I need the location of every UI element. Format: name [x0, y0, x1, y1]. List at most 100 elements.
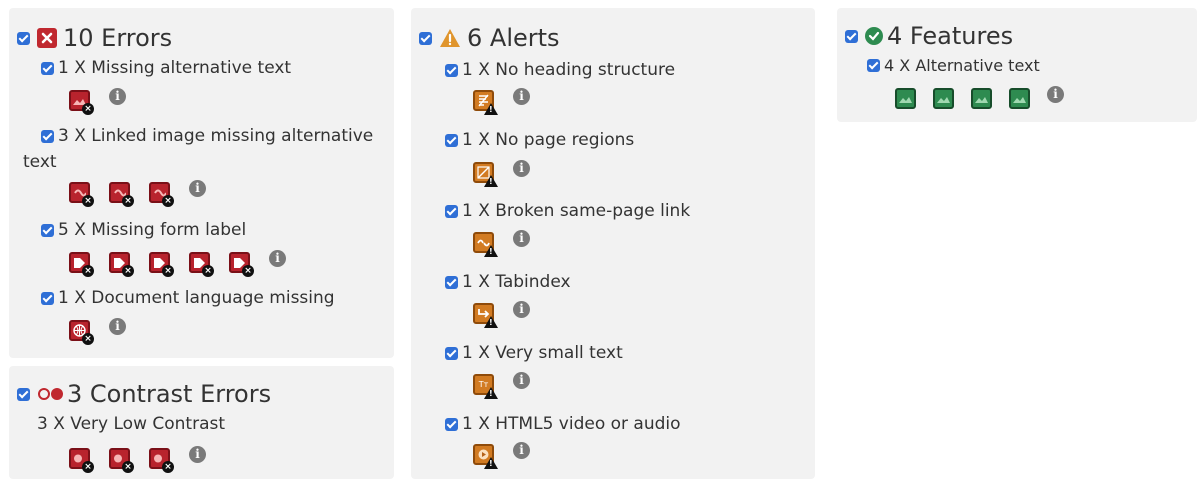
errors-header: 10 Errors: [17, 24, 172, 52]
info-icon[interactable]: i: [513, 301, 530, 318]
info-icon[interactable]: i: [189, 446, 206, 463]
linked-image-icon[interactable]: ×: [149, 182, 174, 207]
item-checkbox[interactable]: [445, 275, 458, 289]
item-label: 4 X Alternative text: [884, 56, 1040, 75]
tab-arrow-icon[interactable]: [473, 303, 498, 328]
x-badge: ×: [82, 461, 94, 473]
errors-panel: 10 Errors 1 X Missing alternative text ×…: [9, 8, 394, 358]
x-badge: ×: [82, 103, 94, 115]
info-icon[interactable]: i: [513, 230, 530, 247]
alert-item-tabindex: 1 X Tabindex: [445, 272, 571, 292]
warning-badge: [484, 103, 498, 115]
item-label: 1 X No heading structure: [462, 60, 676, 80]
info-icon[interactable]: i: [189, 180, 206, 197]
item-checkbox[interactable]: [41, 223, 54, 237]
x-badge: ×: [82, 195, 94, 207]
warning-badge: [484, 175, 498, 187]
error-icon: [37, 28, 57, 48]
x-badge: ×: [242, 265, 254, 277]
info-icon[interactable]: i: [109, 318, 126, 335]
item-label: 3 X Very Low Contrast: [37, 414, 226, 434]
broken-link-icon[interactable]: [473, 232, 498, 257]
image-icon[interactable]: [933, 88, 954, 109]
contrast-error-icon[interactable]: ×: [149, 448, 174, 473]
x-badge: ×: [82, 333, 94, 345]
page-regions-icon[interactable]: [473, 162, 498, 187]
item-checkbox[interactable]: [41, 61, 54, 75]
error-icons-form-label: × × × × × i: [69, 250, 286, 277]
info-icon[interactable]: i: [1047, 86, 1064, 103]
linked-image-icon[interactable]: ×: [109, 182, 134, 207]
contrast-error-icon[interactable]: ×: [69, 448, 94, 473]
x-badge: ×: [162, 461, 174, 473]
error-item-form-label: 5 X Missing form label: [41, 220, 246, 240]
item-checkbox[interactable]: [41, 291, 54, 305]
item-label: 1 X No page regions: [462, 130, 635, 150]
contrast-panel: 3 Contrast Errors 3 X Very Low Contrast …: [9, 366, 394, 479]
image-icon[interactable]: [895, 88, 916, 109]
alerts-checkbox[interactable]: [419, 31, 432, 45]
item-checkbox[interactable]: [41, 129, 54, 143]
item-label: 1 X Missing alternative text: [58, 58, 292, 78]
alert-item-page-regions: 1 X No page regions: [445, 130, 634, 150]
item-checkbox[interactable]: [445, 133, 458, 147]
alert-icons-media: i: [473, 442, 530, 469]
tag-icon[interactable]: ×: [109, 252, 134, 277]
alert-item-heading-structure: 1 X No heading structure: [445, 60, 675, 80]
small-text-icon[interactable]: Tт: [473, 374, 498, 399]
heading-structure-icon[interactable]: [473, 90, 498, 115]
alert-icons-broken-link: i: [473, 230, 530, 257]
alert-icons-heading: i: [473, 88, 530, 115]
tag-icon[interactable]: ×: [149, 252, 174, 277]
info-icon[interactable]: i: [513, 442, 530, 459]
item-label: 1 X Tabindex: [462, 272, 571, 292]
features-checkbox[interactable]: [845, 29, 858, 43]
image-icon[interactable]: [971, 88, 992, 109]
feature-item-alt-text: 4 X Alternative text: [867, 56, 1040, 75]
error-icons-doc-language: × i: [69, 318, 126, 345]
image-icon[interactable]: [1009, 88, 1030, 109]
item-checkbox[interactable]: [445, 204, 458, 218]
info-icon[interactable]: i: [269, 250, 286, 267]
info-icon[interactable]: i: [109, 88, 126, 105]
item-label: 5 X Missing form label: [58, 220, 247, 240]
item-checkbox[interactable]: [867, 59, 880, 72]
contrast-error-icon[interactable]: ×: [109, 448, 134, 473]
warning-badge: [484, 245, 498, 257]
error-item-doc-language: 1 X Document language missing: [41, 288, 335, 308]
alert-item-broken-link: 1 X Broken same-page link: [445, 201, 690, 221]
contrast-header: 3 Contrast Errors: [17, 380, 271, 408]
contrast-title: 3 Contrast Errors: [67, 380, 272, 408]
item-checkbox[interactable]: [445, 63, 458, 77]
x-badge: ×: [122, 195, 134, 207]
features-header: 4 Features: [845, 22, 1013, 50]
missing-alt-image-icon[interactable]: ×: [69, 90, 94, 115]
tag-icon[interactable]: ×: [69, 252, 94, 277]
errors-title: 10 Errors: [63, 24, 173, 52]
play-icon[interactable]: [473, 444, 498, 469]
alert-item-small-text: 1 X Very small text: [445, 343, 623, 363]
info-icon[interactable]: i: [513, 88, 530, 105]
errors-checkbox[interactable]: [17, 31, 30, 45]
x-badge: ×: [122, 461, 134, 473]
globe-icon[interactable]: ×: [69, 320, 94, 345]
contrast-item-very-low: 3 X Very Low Contrast: [37, 414, 225, 434]
item-label: 1 X HTML5 video or audio: [462, 414, 681, 434]
item-label: 1 X Broken same-page link: [462, 201, 691, 221]
linked-image-icon[interactable]: ×: [69, 182, 94, 207]
contrast-checkbox[interactable]: [17, 387, 30, 401]
warning-icon: [439, 28, 461, 48]
error-icons-linked-image: × × × i: [69, 180, 206, 207]
info-icon[interactable]: i: [513, 160, 530, 177]
feature-icons: i: [895, 86, 1064, 109]
x-badge: ×: [162, 195, 174, 207]
item-checkbox[interactable]: [445, 346, 458, 360]
features-title: 4 Features: [887, 22, 1014, 50]
tag-icon[interactable]: ×: [229, 252, 254, 277]
info-icon[interactable]: i: [513, 372, 530, 389]
item-checkbox[interactable]: [445, 417, 458, 431]
x-badge: ×: [82, 265, 94, 277]
features-panel: 4 Features 4 X Alternative text i: [837, 8, 1197, 122]
item-label: 1 X Document language missing: [58, 288, 335, 308]
tag-icon[interactable]: ×: [189, 252, 214, 277]
